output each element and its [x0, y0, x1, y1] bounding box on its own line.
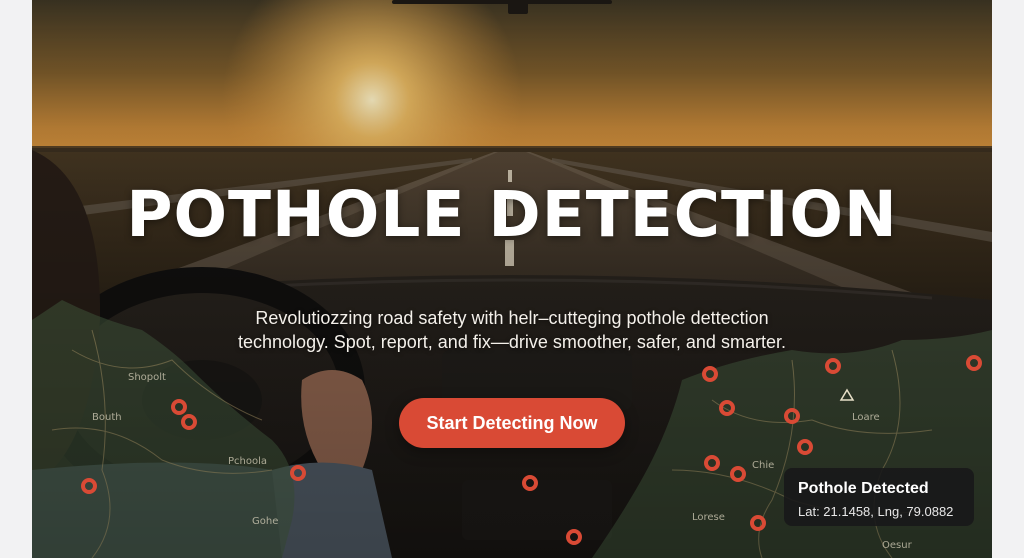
map-label: Shopolt	[128, 372, 166, 383]
hero-section: Shopolt Bouth Pchoola Gohe Chie Lorese L…	[32, 0, 992, 558]
map-label: Oesur	[882, 540, 913, 551]
hero-subtitle-line-1: Revolutiozzing road safety with helr–cut…	[255, 308, 769, 328]
map-label: Lorese	[692, 512, 725, 523]
hero-subtitle-line-2: technology. Spot, report, and fix—drive …	[238, 332, 786, 352]
map-label: Gohe	[252, 516, 278, 527]
page-title: POTHOLE DETECTION	[126, 178, 898, 251]
start-detecting-button[interactable]: Start Detecting Now	[399, 398, 625, 448]
map-label: Loare	[852, 412, 880, 423]
card-coordinates: Lat: 21.1458, Lng, 79.0882	[798, 504, 954, 519]
pothole-detected-card: Pothole Detected Lat: 21.1458, Lng, 79.0…	[784, 468, 974, 526]
map-label: Chie	[752, 460, 774, 471]
map-label: Bouth	[92, 412, 122, 423]
hero-subtitle: Revolutiozzing road safety with helr–cut…	[192, 306, 832, 354]
card-title: Pothole Detected	[798, 480, 929, 497]
map-label: Pchoola	[228, 456, 267, 467]
